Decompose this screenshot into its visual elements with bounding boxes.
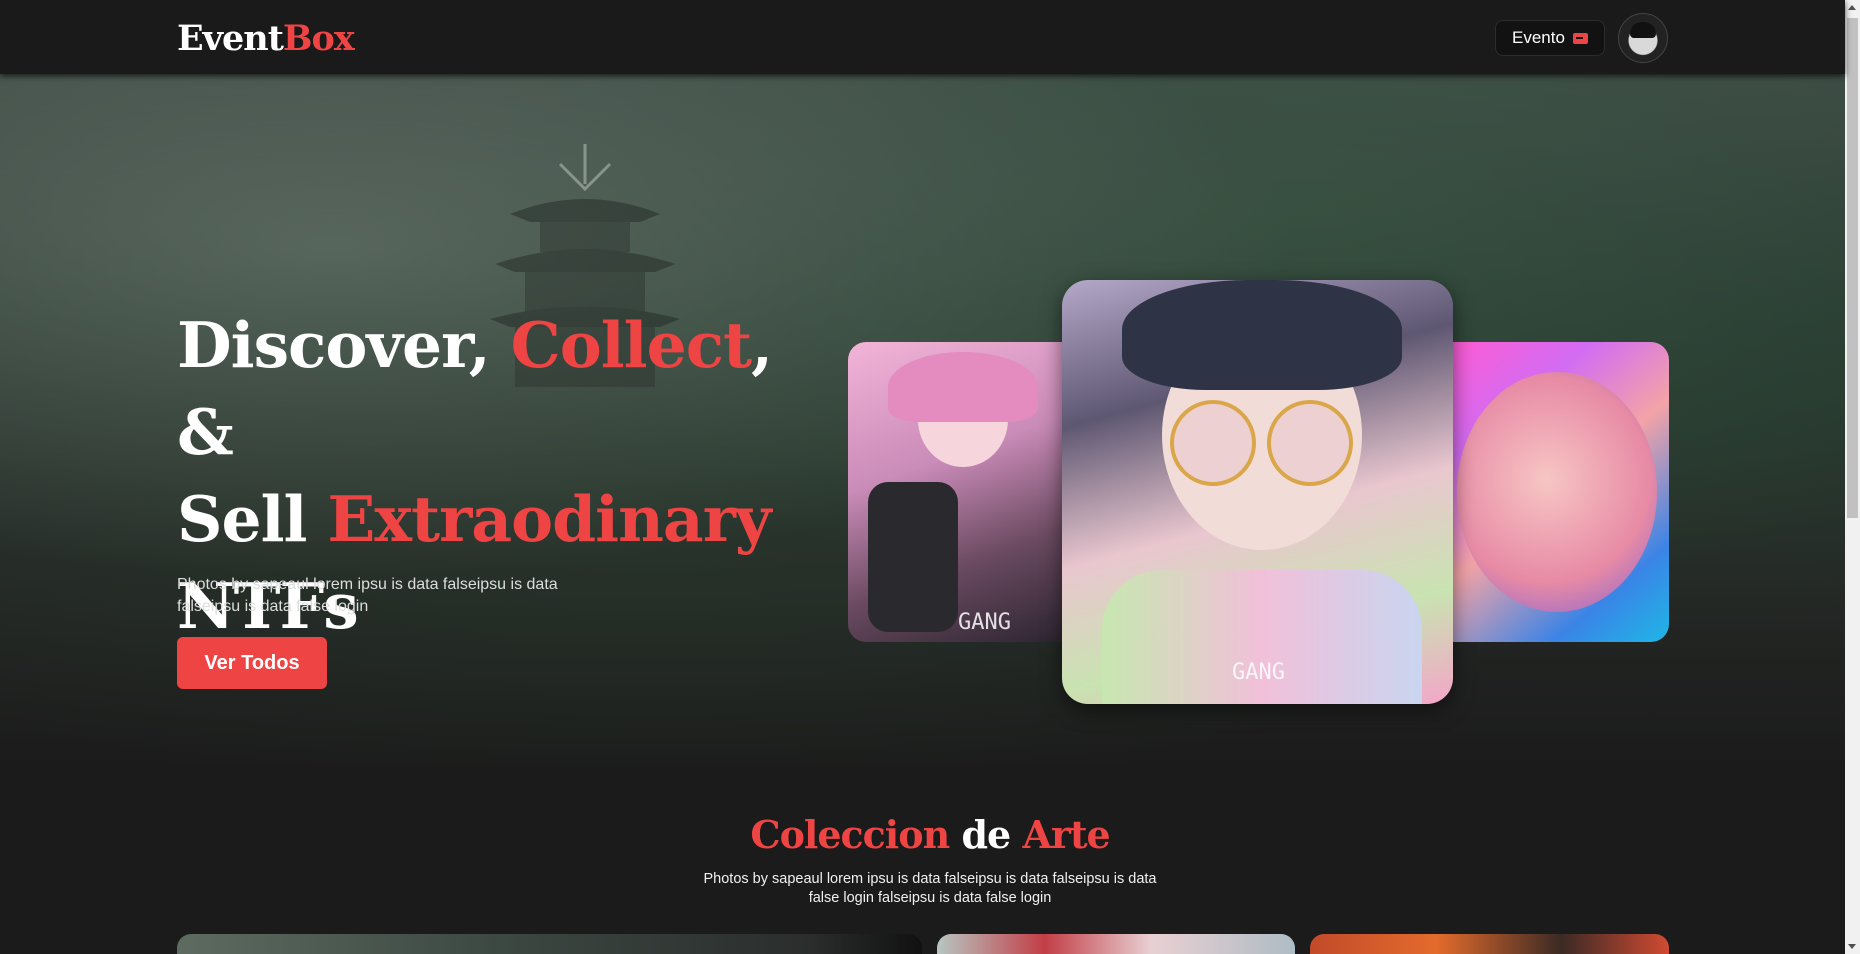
scrollbar-thumb[interactable] — [1847, 18, 1858, 518]
collection-card-2[interactable] — [937, 934, 1295, 954]
ticket-icon — [1572, 32, 1588, 44]
logo-text-event: Event — [177, 18, 284, 59]
scroll-up-arrow-icon[interactable] — [1848, 5, 1856, 10]
logo-text-box: Box — [282, 18, 355, 59]
card-center-glasses-right — [1267, 400, 1353, 486]
collection-title: Coleccion de Arte — [0, 812, 1860, 857]
collection-title-word3: Arte — [1022, 812, 1110, 857]
hero-section: GANG GANG Discover, Collect, & Sell Extr… — [0, 74, 1845, 764]
ver-todos-button[interactable]: Ver Todos — [177, 637, 327, 689]
top-navbar: EventBox Evento — [0, 0, 1845, 74]
card-center-hair — [1122, 280, 1402, 390]
headline-word-extraodinary: Extraodinary — [327, 482, 771, 556]
card-right-face — [1457, 372, 1657, 612]
collection-title-word2: de — [961, 812, 1011, 857]
card-left-signature: GANG — [958, 610, 1011, 635]
nft-card-right[interactable] — [1447, 342, 1669, 642]
headline-word-sell: Sell — [177, 482, 328, 556]
card-center-signature: GANG — [1232, 660, 1285, 685]
page-scrollbar[interactable] — [1845, 0, 1860, 954]
collection-card-1[interactable] — [177, 934, 922, 954]
card-center-glasses-left — [1170, 400, 1256, 486]
collection-description: Photos by sapeaul lorem ipsu is data fal… — [703, 871, 1157, 906]
card-left-backpack — [868, 482, 958, 632]
headline-word-discover: Discover, — [177, 308, 511, 382]
nft-card-featured[interactable]: GANG — [1062, 280, 1453, 704]
collection-card-3[interactable] — [1310, 934, 1669, 954]
collection-title-word1: Coleccion — [750, 812, 950, 857]
user-avatar[interactable] — [1618, 13, 1668, 63]
evento-button[interactable]: Evento — [1495, 20, 1605, 56]
evento-button-label: Evento — [1512, 28, 1565, 47]
logo[interactable]: EventBox — [177, 18, 355, 59]
nft-card-left[interactable]: GANG — [848, 342, 1070, 642]
hero-description: Photos by sapeaul lorem ipsu is data fal… — [177, 576, 558, 615]
headline-word-collect: Collect — [510, 308, 753, 382]
card-left-hair — [888, 352, 1038, 422]
scroll-down-arrow-icon[interactable] — [1848, 944, 1856, 949]
